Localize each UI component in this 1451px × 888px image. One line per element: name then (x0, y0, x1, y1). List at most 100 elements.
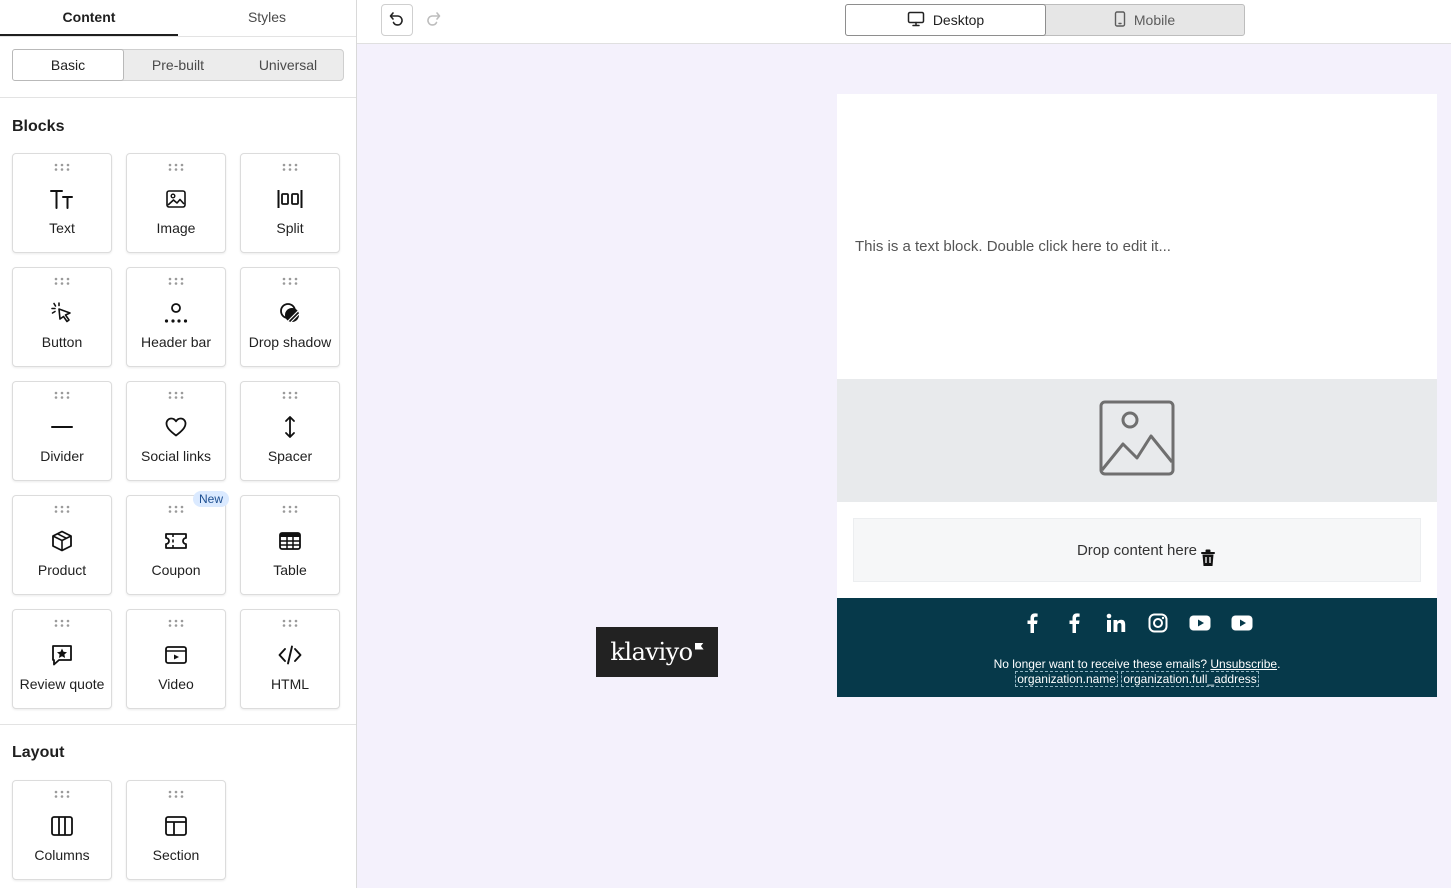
block-label: Header bar (140, 334, 212, 350)
block-label: Review quote (19, 676, 105, 692)
block-label: HTML (270, 676, 310, 692)
spacer-icon (241, 416, 339, 438)
block-split[interactable]: Split (240, 153, 340, 253)
segment-pre-built[interactable]: Pre-built (123, 50, 233, 80)
drag-handle-icon[interactable] (241, 619, 339, 629)
block-label: Divider (40, 448, 84, 464)
block-label: Coupon (151, 562, 201, 578)
linkedin-icon[interactable] (1105, 612, 1127, 634)
new-badge: New (193, 491, 230, 507)
drag-handle-icon[interactable] (13, 619, 111, 629)
block-product[interactable]: Product (12, 495, 112, 595)
block-button[interactable]: Button (12, 267, 112, 367)
block-divider[interactable]: Divider (12, 381, 112, 481)
cursor-click-icon (13, 302, 111, 324)
block-header-bar[interactable]: Header bar (126, 267, 226, 367)
drag-handle-icon[interactable] (13, 277, 111, 287)
blocks-heading: Blocks (12, 118, 65, 135)
drag-handle-icon[interactable] (127, 163, 225, 173)
segmented-control: Basic Pre-built Universal (12, 49, 344, 81)
youtube-icon[interactable] (1231, 612, 1253, 634)
email-preview: This is a text block. Double click here … (837, 94, 1437, 697)
drop-zone-label: Drop content here (1076, 541, 1198, 559)
tab-content[interactable]: Content (0, 0, 178, 36)
unsubscribe-link[interactable]: Unsubscribe (1210, 657, 1277, 671)
block-coupon[interactable]: Coupon (126, 495, 226, 595)
drag-handle-icon[interactable] (241, 505, 339, 515)
table-icon (241, 530, 339, 552)
desktop-icon (907, 11, 925, 30)
facebook-icon[interactable] (1021, 612, 1043, 634)
klaviyo-flag-icon (694, 642, 704, 650)
block-label: Split (276, 220, 304, 236)
block-social-links[interactable]: Social links (126, 381, 226, 481)
text-block-content[interactable]: This is a text block. Double click here … (855, 238, 1171, 255)
columns-icon (13, 815, 111, 837)
facebook-icon[interactable] (1063, 612, 1085, 634)
undo-icon (388, 9, 406, 32)
segment-universal[interactable]: Universal (233, 50, 343, 80)
content-sidebar: Content Styles Basic Pre-built Universal… (0, 0, 357, 888)
block-label: Image (156, 220, 196, 236)
redo-icon (424, 9, 442, 32)
block-label: Columns (34, 847, 90, 863)
drag-handle-icon[interactable] (13, 790, 111, 800)
block-drop-shadow[interactable]: Drop shadow (240, 267, 340, 367)
segment-basic[interactable]: Basic (12, 49, 124, 81)
drag-handle-icon[interactable] (13, 505, 111, 515)
drop-shadow-icon (241, 302, 339, 324)
mobile-view-button[interactable]: Mobile (1045, 5, 1244, 35)
code-icon (241, 644, 339, 666)
organization-line: organization.name organization.full_addr… (837, 671, 1437, 687)
email-footer: No longer want to receive these emails? … (837, 598, 1437, 697)
drop-zone[interactable]: Drop content here (853, 518, 1421, 582)
image-block[interactable] (837, 379, 1437, 502)
drag-handle-icon[interactable] (241, 277, 339, 287)
block-label: Section (152, 847, 200, 863)
coupon-icon (127, 530, 225, 552)
editor-canvas: Desktop Mobile This is a text block. Dou… (357, 0, 1451, 888)
block-spacer[interactable]: Spacer (240, 381, 340, 481)
tab-styles[interactable]: Styles (178, 0, 356, 36)
mobile-icon (1114, 10, 1126, 30)
drag-handle-icon[interactable] (127, 790, 225, 800)
section-icon (127, 815, 225, 837)
drag-handle-icon[interactable] (127, 619, 225, 629)
instagram-icon[interactable] (1147, 612, 1169, 634)
drag-handle-icon[interactable] (127, 277, 225, 287)
drag-handle-icon[interactable] (13, 163, 111, 173)
block-label: Product (37, 562, 87, 578)
trash-icon[interactable] (1200, 549, 1216, 571)
redo-button[interactable] (417, 4, 449, 36)
desktop-view-button[interactable]: Desktop (845, 4, 1046, 36)
mobile-label: Mobile (1133, 12, 1176, 28)
block-section[interactable]: Section (126, 780, 226, 880)
block-review-quote[interactable]: Review quote (12, 609, 112, 709)
divider-icon (13, 416, 111, 438)
block-table[interactable]: Table (240, 495, 340, 595)
youtube-icon[interactable] (1189, 612, 1211, 634)
image-placeholder-icon (1099, 400, 1175, 481)
block-label: Button (41, 334, 83, 350)
drag-handle-icon[interactable] (13, 391, 111, 401)
block-video[interactable]: Video (126, 609, 226, 709)
org-address-token[interactable]: organization.full_address (1121, 671, 1259, 687)
drag-handle-icon[interactable] (241, 391, 339, 401)
block-text[interactable]: Text (12, 153, 112, 253)
review-icon (13, 644, 111, 666)
klaviyo-wordmark: klaviyo (610, 638, 693, 666)
text-block[interactable]: This is a text block. Double click here … (837, 94, 1437, 379)
undo-button[interactable] (381, 4, 413, 36)
drag-handle-icon[interactable] (241, 163, 339, 173)
block-label: Text (49, 220, 75, 236)
block-label: Table (273, 562, 307, 578)
text-icon (13, 188, 111, 210)
header-bar-icon (127, 302, 225, 324)
block-columns[interactable]: Columns (12, 780, 112, 880)
drop-section: Drop content here (837, 502, 1437, 598)
org-name-token[interactable]: organization.name (1015, 671, 1118, 687)
block-image[interactable]: Image (126, 153, 226, 253)
block-label: Drop shadow (248, 334, 332, 350)
drag-handle-icon[interactable] (127, 391, 225, 401)
block-html[interactable]: HTML (240, 609, 340, 709)
